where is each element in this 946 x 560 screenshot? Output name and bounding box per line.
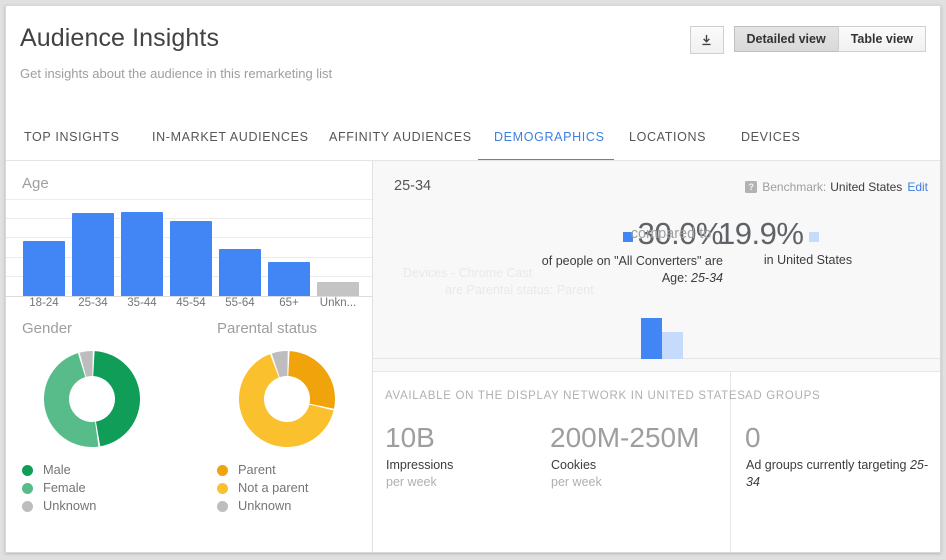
age-bar[interactable] [170,221,212,296]
age-axis-label: 18-24 [18,297,70,309]
segment-detail-panel: 25-34 ? Benchmark: United States Edit De… [373,161,940,372]
age-bar[interactable] [317,282,359,296]
tab-affinity-audiences[interactable]: AFFINITY AUDIENCES [329,114,472,160]
legend-color-dot [22,483,33,494]
main-percentage-description: of people on "All Converters" areAge: 25… [393,253,723,287]
legend-color-dot [22,501,33,512]
ad-groups-caption: AD GROUPS [745,390,820,402]
age-bar[interactable] [268,262,310,296]
parental-status-chart-title: Parental status [217,320,317,337]
benchmark-edit-link[interactable]: Edit [907,180,928,194]
legend-item[interactable]: Parent [217,461,308,479]
page-header: Audience Insights Get insights about the… [6,6,940,111]
legend-label: Female [43,479,86,497]
download-icon [700,34,713,47]
age-axis-label: 65+ [263,297,315,309]
legend-item[interactable]: Not a parent [217,479,308,497]
gender-chart-title: Gender [22,320,72,337]
comparison-mini-bar[interactable] [662,332,683,359]
legend-item[interactable]: Female [22,479,96,497]
legend-label: Parent [238,461,276,479]
legend-label: Unknown [43,497,96,515]
age-axis-label: 55-64 [214,297,266,309]
age-axis-label: 45-54 [165,297,217,309]
legend-item[interactable]: Unknown [22,497,96,515]
comparison-connector-text: compared to [611,226,731,242]
parental-status-donut-chart [237,349,337,449]
table-view-button[interactable]: Table view [838,26,926,52]
age-axis-label: 35-44 [116,297,168,309]
comparison-row: 30.0% of people on "All Converters" areA… [373,216,940,296]
comparison-mini-bar[interactable] [641,318,662,359]
age-bar[interactable] [72,213,114,296]
ad-groups-label: Ad groups currently targeting 25-34 [746,457,931,491]
age-bar[interactable] [23,241,65,296]
age-bar[interactable] [121,212,163,296]
tab-in-market-audiences[interactable]: IN-MARKET AUDIENCES [152,114,309,160]
legend-label: Not a parent [238,479,308,497]
help-question-icon[interactable]: ? [745,181,757,193]
audience-insights-card: Audience Insights Get insights about the… [5,5,941,553]
age-bars [6,199,372,296]
page-title: Audience Insights [20,24,219,53]
legend-color-dot [217,465,228,476]
view-controls: Detailed view Table view [690,26,927,54]
impressions-label: Impressionsper week [386,457,453,491]
tab-demographics[interactable]: DEMOGRAPHICS [494,114,605,160]
benchmark-percentage-description: in United States [718,253,898,267]
cookies-value: 200M-250M [550,422,699,454]
download-button[interactable] [690,26,724,54]
gender-donut-chart [42,349,142,449]
legend-label: Male [43,461,71,479]
cookies-label: Cookiesper week [551,457,602,491]
stats-panel: AVAILABLE ON THE DISPLAY NETWORK IN UNIT… [373,372,940,552]
impressions-value: 10B [385,422,435,454]
age-chart-title: Age [22,175,49,192]
donut-slice[interactable] [288,351,335,409]
gender-legend: MaleFemaleUnknown [22,461,96,515]
legend-color-dot [217,501,228,512]
selected-segment-label: 25-34 [394,178,431,194]
tab-top-insights[interactable]: TOP INSIGHTS [24,114,120,160]
tab-devices[interactable]: DEVICES [741,114,800,160]
demographics-left-column: Age 18-2425-3435-4445-5455-6465+Unkn... … [6,161,372,552]
age-axis-label: Unkn... [312,297,364,309]
legend-item[interactable]: Unknown [217,497,308,515]
benchmark-series-swatch [809,232,819,242]
tab-locations[interactable]: LOCATIONS [629,114,706,160]
age-axis-label: 25-34 [67,297,119,309]
legend-color-dot [22,465,33,476]
demographics-right-column: 25-34 ? Benchmark: United States Edit De… [373,161,940,552]
age-axis-labels: 18-2425-3435-4445-5455-6465+Unkn... [6,297,372,317]
benchmark-row: ? Benchmark: United States Edit [745,180,928,194]
main-content: Age 18-2425-3435-4445-5455-6465+Unkn... … [6,161,940,552]
page-subtitle: Get insights about the audience in this … [20,66,332,81]
tab-bar: TOP INSIGHTS IN-MARKET AUDIENCES AFFINIT… [6,114,940,161]
legend-label: Unknown [238,497,291,515]
legend-item[interactable]: Male [22,461,96,479]
benchmark-label: Benchmark: [762,180,826,194]
legend-color-dot [217,483,228,494]
donut-slice[interactable] [93,351,140,446]
parental-status-legend: ParentNot a parentUnknown [217,461,308,515]
age-bar[interactable] [219,249,261,296]
network-availability-caption: AVAILABLE ON THE DISPLAY NETWORK IN UNIT… [385,390,746,402]
benchmark-percentage: 19.9% [718,216,918,252]
ad-groups-value: 0 [745,422,761,454]
age-bar-chart [6,199,372,296]
benchmark-value: United States [830,180,902,194]
detailed-view-button[interactable]: Detailed view [734,26,838,52]
comparison-mini-bar-chart [373,311,940,359]
